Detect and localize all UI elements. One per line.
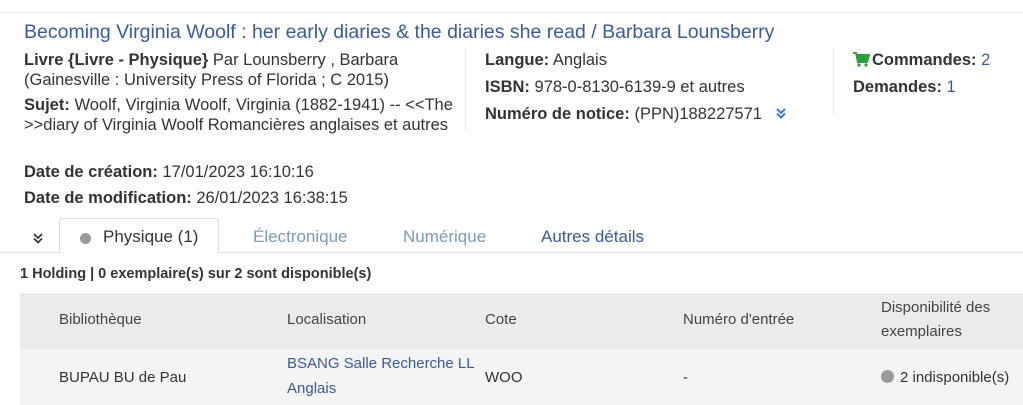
tab-physical-label: Physique (1) — [103, 227, 199, 246]
requests-row: Demandes: 1 — [853, 78, 990, 105]
modified-row: Date de modification: 26/01/2023 16:38:1… — [24, 189, 348, 215]
status-dot-icon — [80, 233, 91, 244]
double-chevron-down-icon[interactable] — [775, 105, 787, 125]
column-divider — [465, 48, 466, 130]
orders-count-link[interactable]: 2 — [981, 51, 990, 69]
notice-row: Numéro de notice: (PPN)188227571 — [485, 105, 787, 132]
record-subject: Sujet: Woolf, Virginia Woolf, Virginia (… — [24, 96, 454, 135]
cell-library: BUPAU BU de Pau — [59, 369, 187, 386]
modified-value: 26/01/2023 16:38:15 — [196, 189, 348, 207]
record-publication: (Gainesville : University Press of Flori… — [24, 70, 389, 89]
tab-electronic[interactable]: Électronique — [253, 227, 348, 247]
expand-toggle-icon[interactable] — [30, 230, 46, 246]
isbn-label: ISBN: — [485, 78, 530, 96]
requests-count-link[interactable]: 1 — [947, 78, 956, 96]
subject-value: Woolf, Virginia Woolf, Virginia (1882-19… — [24, 96, 453, 134]
record-title[interactable]: Becoming Virginia Woolf : her early diar… — [24, 21, 774, 44]
created-row: Date de création: 17/01/2023 16:10:16 — [24, 163, 348, 189]
tab-other-details[interactable]: Autres détails — [541, 227, 644, 247]
col-location[interactable]: Localisation — [287, 308, 366, 332]
col-call-number[interactable]: Cote — [485, 308, 517, 332]
holdings-summary: 1 Holding | 0 exemplaire(s) sur 2 sont d… — [20, 266, 372, 282]
tab-digital[interactable]: Numérique — [403, 227, 486, 247]
modified-label: Date de modification: — [24, 189, 192, 207]
language-value: Anglais — [552, 51, 607, 69]
unavailable-dot-icon — [881, 370, 894, 383]
record-type: Livre {Livre - Physique} — [24, 51, 209, 69]
cell-location-link[interactable]: BSANG Salle Recherche LL Anglais — [287, 351, 477, 401]
column-divider-2 — [833, 48, 834, 114]
cell-availability: 2 indisponible(s) — [881, 365, 1009, 390]
subject-label: Sujet: — [24, 96, 70, 114]
record-type-author: Livre {Livre - Physique} Par Lounsberry … — [24, 51, 454, 90]
orders-row: Commandes: 2 — [853, 51, 990, 78]
record-orders: Commandes: 2 Demandes: 1 — [853, 51, 990, 105]
notice-value: (PPN)188227571 — [634, 105, 762, 124]
record-main-info: Livre {Livre - Physique} Par Lounsberry … — [24, 51, 454, 141]
cart-icon — [853, 52, 871, 73]
availability-text: 2 indisponible(s) — [900, 369, 1010, 386]
col-accession[interactable]: Numéro d'entrée — [683, 308, 794, 332]
top-divider — [0, 12, 1023, 13]
tab-physical[interactable]: Physique (1) — [59, 218, 219, 253]
cell-accession: - — [683, 369, 688, 386]
cell-call-number: WOO — [485, 369, 523, 386]
created-value: 17/01/2023 16:10:16 — [162, 163, 314, 181]
requests-label: Demandes: — [853, 78, 942, 96]
language-row: Langue: Anglais — [485, 51, 787, 78]
created-label: Date de création: — [24, 163, 158, 181]
isbn-value: 978-0-8130-6139-9 et autres — [534, 78, 745, 96]
notice-label: Numéro de notice: — [485, 105, 630, 124]
record-author: Par Lounsberry , Barbara — [212, 51, 399, 69]
col-availability[interactable]: Disponibilité des exemplaires — [881, 296, 1021, 344]
orders-label: Commandes: — [872, 51, 977, 69]
record-identifiers: Langue: Anglais ISBN: 978-0-8130-6139-9 … — [485, 51, 787, 132]
language-label: Langue: — [485, 51, 550, 69]
col-library[interactable]: Bibliothèque — [59, 308, 142, 332]
holdings-table-header: Bibliothèque Localisation Cote Numéro d'… — [20, 293, 1023, 349]
isbn-row: ISBN: 978-0-8130-6139-9 et autres — [485, 78, 787, 105]
record-dates: Date de création: 17/01/2023 16:10:16 Da… — [24, 163, 348, 215]
table-row[interactable]: BUPAU BU de Pau BSANG Salle Recherche LL… — [20, 349, 1023, 405]
